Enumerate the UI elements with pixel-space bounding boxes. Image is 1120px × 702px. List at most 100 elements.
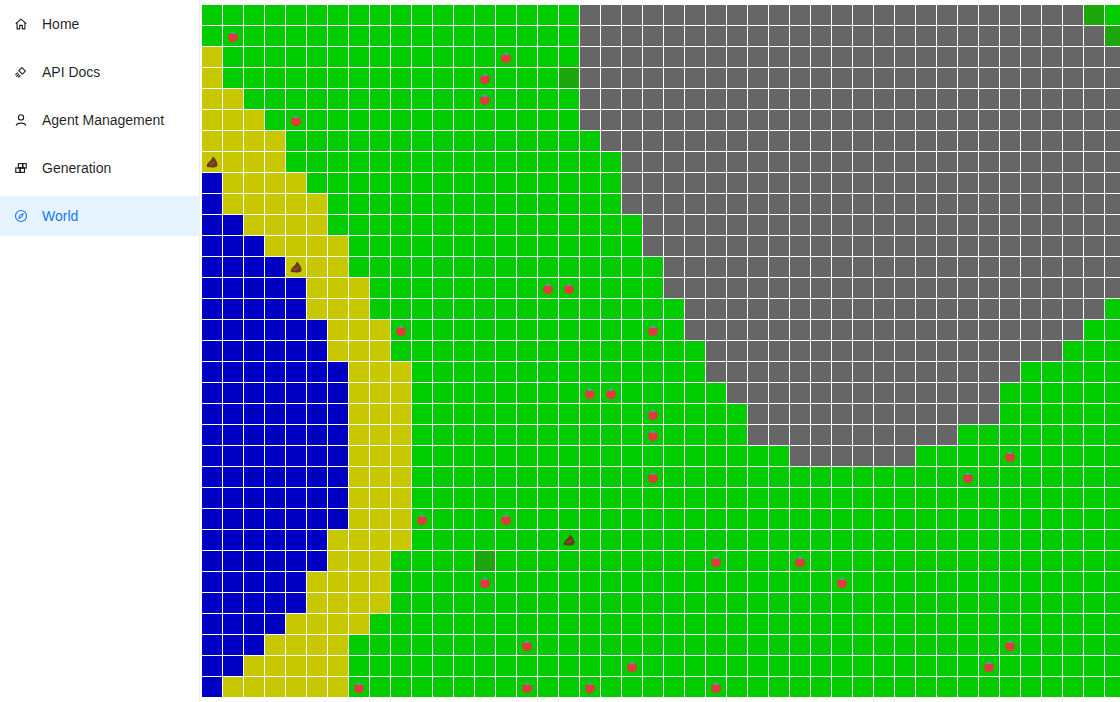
grass-tile[interactable] [412,236,432,256]
grass-tile[interactable] [538,194,558,214]
grass-tile[interactable] [538,68,558,88]
rock-tile[interactable] [622,89,642,109]
rock-tile[interactable] [979,299,999,319]
grass-tile[interactable] [412,572,432,592]
water-tile[interactable] [202,614,222,634]
water-tile[interactable] [223,614,243,634]
rock-tile[interactable] [853,257,873,277]
grass-tile[interactable] [391,572,411,592]
water-tile[interactable] [286,467,306,487]
grass-tile[interactable] [475,404,495,424]
rock-tile[interactable] [874,131,894,151]
grass-tile[interactable] [643,404,663,424]
grass-tile[interactable] [454,509,474,529]
grass-tile[interactable] [538,404,558,424]
grass-tile[interactable] [643,299,663,319]
water-tile[interactable] [223,488,243,508]
grass-tile[interactable] [328,131,348,151]
grass-tile[interactable] [832,572,852,592]
grass-tile[interactable] [433,551,453,571]
water-tile[interactable] [223,656,243,676]
water-tile[interactable] [265,614,285,634]
grass-tile[interactable] [1063,677,1083,697]
rock-tile[interactable] [874,446,894,466]
rock-tile[interactable] [685,89,705,109]
rock-tile[interactable] [937,5,957,25]
rock-tile[interactable] [1021,194,1041,214]
grass-tile[interactable] [643,341,663,361]
grass-tile[interactable] [643,572,663,592]
grass-tile[interactable] [370,47,390,67]
rock-tile[interactable] [727,215,747,235]
rock-tile[interactable] [769,131,789,151]
grass-tile[interactable] [622,551,642,571]
grass-tile[interactable] [601,446,621,466]
rock-tile[interactable] [958,152,978,172]
rock-tile[interactable] [811,446,831,466]
grass-tile[interactable] [769,467,789,487]
grass-tile[interactable] [412,278,432,298]
rock-tile[interactable] [706,68,726,88]
rock-tile[interactable] [874,194,894,214]
grass-tile[interactable] [664,488,684,508]
water-tile[interactable] [265,299,285,319]
grass-tile[interactable] [979,551,999,571]
sand-tile[interactable] [370,362,390,382]
grass-tile[interactable] [517,341,537,361]
grass-tile[interactable] [748,551,768,571]
grass-tile[interactable] [433,257,453,277]
grass-tile[interactable] [370,89,390,109]
grass-tile[interactable] [307,89,327,109]
grass-tile[interactable] [496,425,516,445]
rock-tile[interactable] [811,341,831,361]
rock-tile[interactable] [727,110,747,130]
grass-tile[interactable] [433,173,453,193]
grass-tile[interactable] [454,47,474,67]
sand-tile[interactable] [349,383,369,403]
dark-grass-tile[interactable] [475,551,495,571]
water-tile[interactable] [202,299,222,319]
grass-tile[interactable] [664,530,684,550]
grass-tile[interactable] [412,488,432,508]
grass-tile[interactable] [559,404,579,424]
grass-tile[interactable] [958,677,978,697]
grass-tile[interactable] [349,677,369,697]
rock-tile[interactable] [664,68,684,88]
grass-tile[interactable] [622,278,642,298]
sand-tile[interactable] [328,614,348,634]
grass-tile[interactable] [685,572,705,592]
tomato-icon[interactable] [646,470,660,484]
rock-tile[interactable] [622,68,642,88]
grass-tile[interactable] [727,488,747,508]
sand-tile[interactable] [265,194,285,214]
grass-tile[interactable] [328,110,348,130]
grass-tile[interactable] [622,614,642,634]
rock-tile[interactable] [685,173,705,193]
grass-tile[interactable] [1021,530,1041,550]
world-map[interactable] [202,5,1120,697]
rock-tile[interactable] [874,278,894,298]
grass-tile[interactable] [790,635,810,655]
grass-tile[interactable] [391,89,411,109]
grass-tile[interactable] [286,110,306,130]
rock-tile[interactable] [916,425,936,445]
rock-tile[interactable] [1021,110,1041,130]
water-tile[interactable] [244,530,264,550]
rock-tile[interactable] [874,404,894,424]
rock-tile[interactable] [1105,89,1120,109]
sand-tile[interactable] [349,341,369,361]
water-tile[interactable] [202,446,222,466]
rock-tile[interactable] [1000,173,1020,193]
grass-tile[interactable] [328,68,348,88]
rock-tile[interactable] [1000,236,1020,256]
sand-tile[interactable] [370,341,390,361]
rock-tile[interactable] [958,89,978,109]
sand-tile[interactable] [328,677,348,697]
grass-tile[interactable] [433,488,453,508]
rock-tile[interactable] [706,215,726,235]
water-tile[interactable] [202,572,222,592]
rock-tile[interactable] [706,299,726,319]
tomato-icon[interactable] [835,575,849,589]
rock-tile[interactable] [937,383,957,403]
rock-tile[interactable] [937,110,957,130]
